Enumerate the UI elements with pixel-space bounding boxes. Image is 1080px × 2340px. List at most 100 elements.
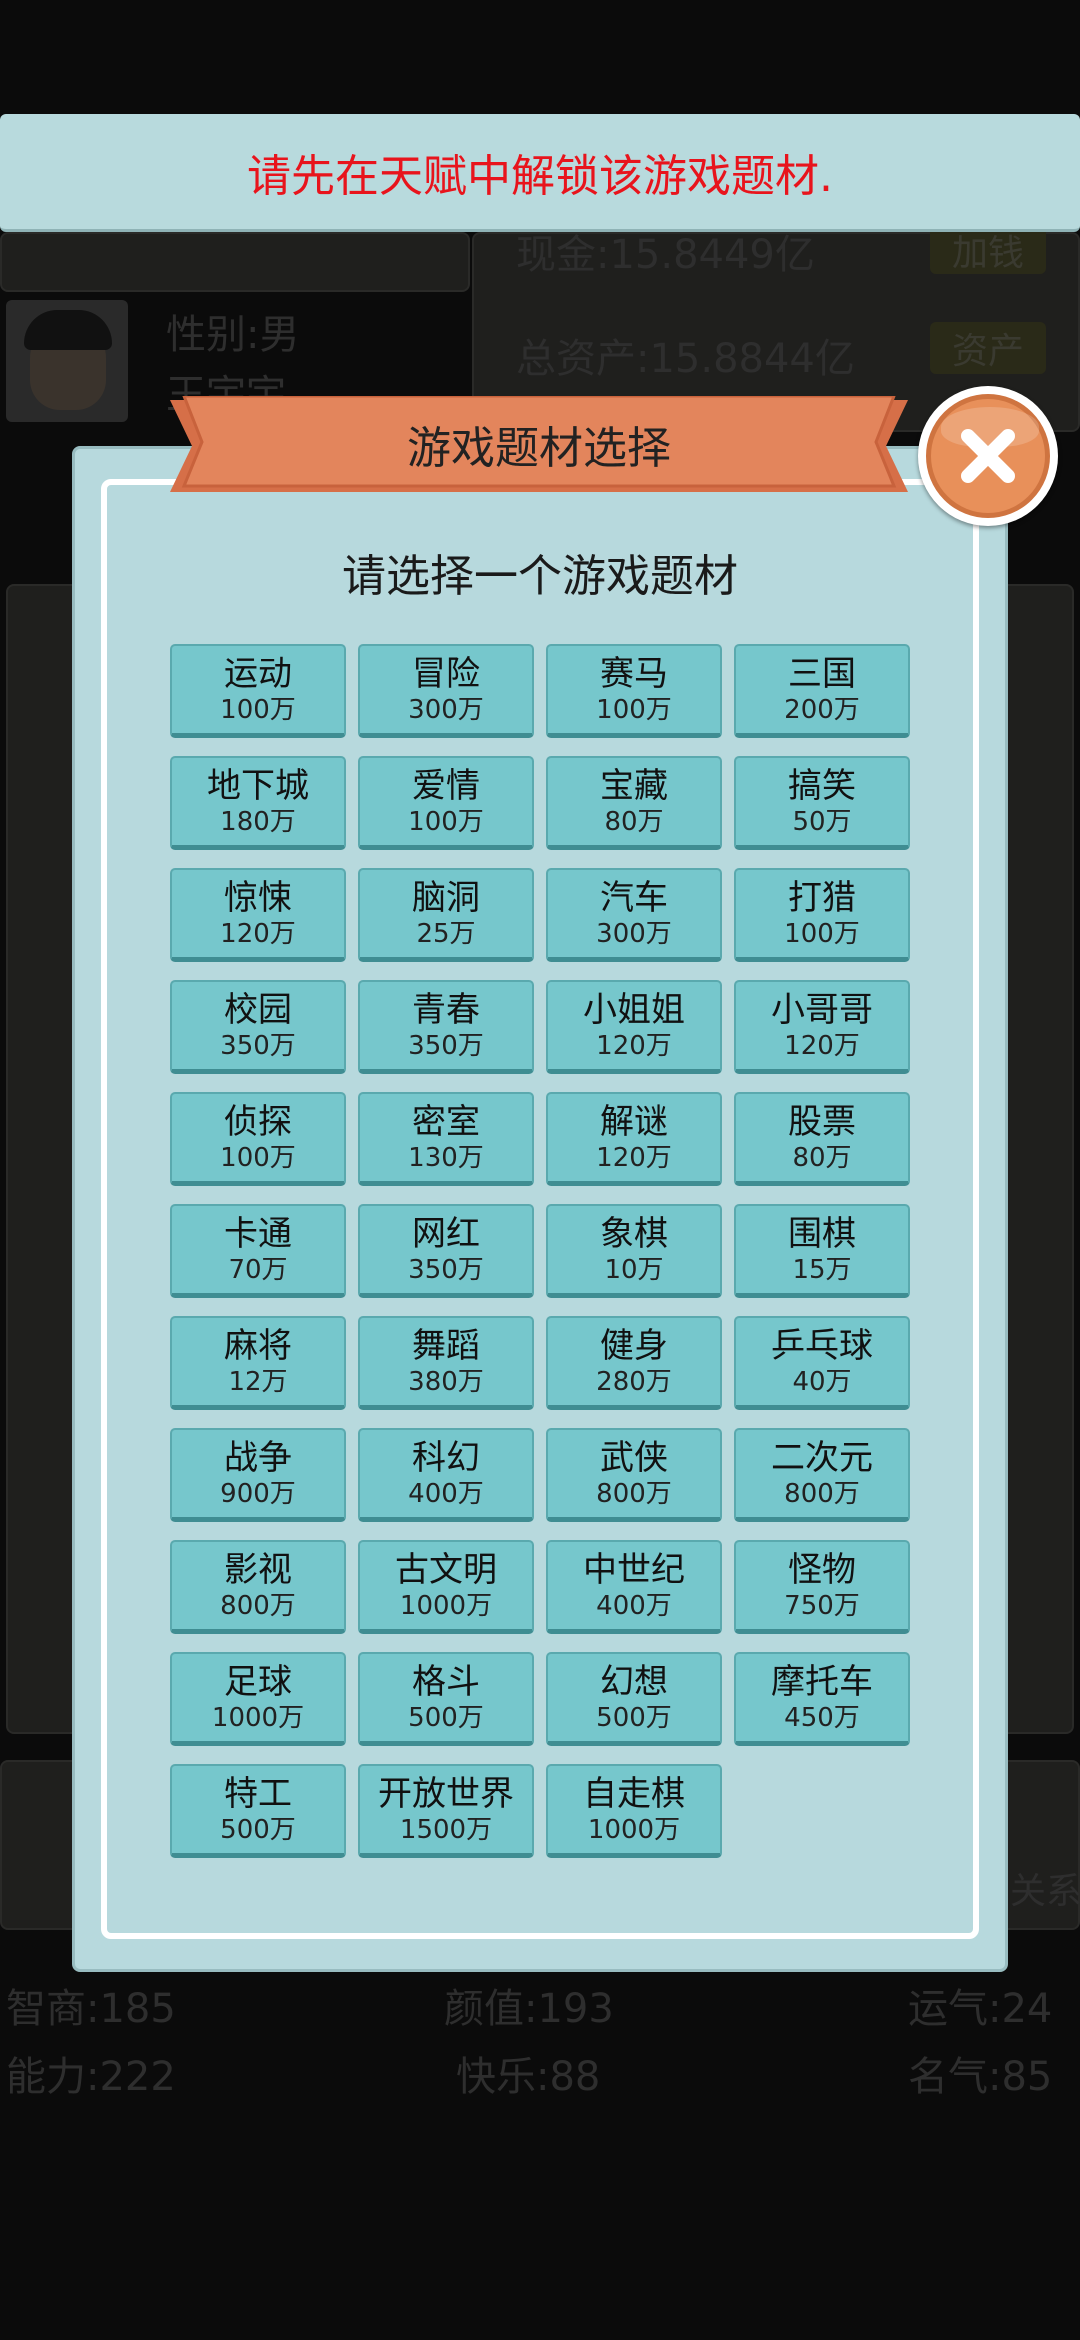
theme-option-name: 地下城	[207, 765, 309, 806]
theme-option-button[interactable]: 运动 100万	[170, 644, 346, 738]
theme-option-button[interactable]: 三国 200万	[734, 644, 910, 738]
theme-option-button[interactable]: 冒险 300万	[358, 644, 534, 738]
theme-option-name: 中世纪	[583, 1549, 685, 1590]
theme-option-name: 健身	[600, 1325, 668, 1366]
theme-option-button[interactable]: 特工 500万	[170, 1764, 346, 1858]
theme-option-name: 二次元	[771, 1437, 873, 1478]
theme-option-button[interactable]: 麻将 12万	[170, 1316, 346, 1410]
toast-message: 请先在天赋中解锁该游戏题材.	[247, 150, 833, 202]
theme-option-name: 冒险	[412, 653, 480, 694]
stat-ability: 能力:222	[6, 2054, 176, 2100]
theme-option-button[interactable]: 侦探 100万	[170, 1092, 346, 1186]
theme-option-button[interactable]: 赛马 100万	[546, 644, 722, 738]
theme-option-name: 打猎	[788, 877, 856, 918]
theme-option-button[interactable]: 打猎 100万	[734, 868, 910, 962]
theme-option-name: 三国	[788, 653, 856, 694]
theme-option-cost: 50万	[792, 806, 852, 837]
theme-option-cost: 800万	[784, 1478, 860, 1509]
theme-option-button[interactable]: 围棋 15万	[734, 1204, 910, 1298]
theme-option-button[interactable]: 宝藏 80万	[546, 756, 722, 850]
theme-option-button[interactable]: 搞笑 50万	[734, 756, 910, 850]
theme-option-button[interactable]: 科幻 400万	[358, 1428, 534, 1522]
theme-option-cost: 1500万	[399, 1814, 493, 1845]
theme-option-cost: 280万	[596, 1366, 672, 1397]
theme-option-cost: 450万	[784, 1702, 860, 1733]
theme-option-name: 象棋	[600, 1213, 668, 1254]
theme-option-button[interactable]: 二次元 800万	[734, 1428, 910, 1522]
theme-option-name: 围棋	[788, 1213, 856, 1254]
theme-option-cost: 200万	[784, 694, 860, 725]
theme-option-cost: 800万	[220, 1590, 296, 1621]
theme-option-name: 舞蹈	[412, 1325, 480, 1366]
theme-option-button[interactable]: 青春 350万	[358, 980, 534, 1074]
theme-option-button[interactable]: 卡通 70万	[170, 1204, 346, 1298]
assets-button: 资产	[930, 322, 1046, 374]
theme-option-cost: 1000万	[211, 1702, 305, 1733]
theme-option-cost: 750万	[784, 1590, 860, 1621]
theme-option-cost: 100万	[220, 694, 296, 725]
theme-option-name: 开放世界	[378, 1773, 514, 1814]
dialog-title: 游戏题材选择	[407, 423, 671, 474]
theme-option-name: 小姐姐	[583, 989, 685, 1030]
theme-option-name: 密室	[412, 1101, 480, 1142]
theme-option-button[interactable]: 足球 1000万	[170, 1652, 346, 1746]
theme-option-cost: 15万	[792, 1254, 852, 1285]
theme-option-button[interactable]: 脑洞 25万	[358, 868, 534, 962]
top-info-panel	[0, 232, 470, 292]
theme-option-cost: 400万	[596, 1590, 672, 1621]
stat-iq: 智商:185	[6, 1986, 176, 2032]
add-cash-button: 加钱	[930, 226, 1046, 274]
theme-option-cost: 900万	[220, 1478, 296, 1509]
theme-option-button[interactable]: 幻想 500万	[546, 1652, 722, 1746]
theme-option-name: 惊悚	[224, 877, 292, 918]
theme-option-button[interactable]: 健身 280万	[546, 1316, 722, 1410]
theme-option-button[interactable]: 开放世界 1500万	[358, 1764, 534, 1858]
theme-option-cost: 500万	[408, 1702, 484, 1733]
theme-option-button[interactable]: 网红 350万	[358, 1204, 534, 1298]
theme-option-name: 脑洞	[412, 877, 480, 918]
theme-option-cost: 350万	[220, 1030, 296, 1061]
theme-option-button[interactable]: 地下城 180万	[170, 756, 346, 850]
avatar	[6, 300, 128, 422]
theme-option-cost: 100万	[220, 1142, 296, 1173]
theme-option-button[interactable]: 战争 900万	[170, 1428, 346, 1522]
theme-option-name: 战争	[224, 1437, 292, 1478]
theme-option-button[interactable]: 小哥哥 120万	[734, 980, 910, 1074]
dialog-subtitle: 请选择一个游戏题材	[342, 551, 738, 602]
theme-option-button[interactable]: 舞蹈 380万	[358, 1316, 534, 1410]
theme-option-button[interactable]: 摩托车 450万	[734, 1652, 910, 1746]
theme-option-button[interactable]: 中世纪 400万	[546, 1540, 722, 1634]
stat-fame: 名气:85	[908, 2054, 1053, 2100]
theme-option-button[interactable]: 象棋 10万	[546, 1204, 722, 1298]
theme-option-cost: 130万	[408, 1142, 484, 1173]
theme-option-button[interactable]: 惊悚 120万	[170, 868, 346, 962]
theme-option-button[interactable]: 股票 80万	[734, 1092, 910, 1186]
theme-option-button[interactable]: 汽车 300万	[546, 868, 722, 962]
theme-option-button[interactable]: 武侠 800万	[546, 1428, 722, 1522]
theme-option-name: 汽车	[600, 877, 668, 918]
theme-option-button[interactable]: 格斗 500万	[358, 1652, 534, 1746]
theme-option-cost: 500万	[596, 1702, 672, 1733]
theme-option-name: 宝藏	[600, 765, 668, 806]
theme-option-button[interactable]: 古文明 1000万	[358, 1540, 534, 1634]
close-button[interactable]	[918, 386, 1058, 526]
theme-option-name: 乒乓球	[771, 1325, 873, 1366]
theme-option-cost: 25万	[416, 918, 476, 949]
theme-option-cost: 12万	[228, 1366, 288, 1397]
gender-text: 性别:男	[166, 312, 300, 358]
theme-option-button[interactable]: 影视 800万	[170, 1540, 346, 1634]
theme-option-button[interactable]: 密室 130万	[358, 1092, 534, 1186]
theme-option-button[interactable]: 乒乓球 40万	[734, 1316, 910, 1410]
theme-option-button[interactable]: 自走棋 1000万	[546, 1764, 722, 1858]
theme-option-button[interactable]: 小姐姐 120万	[546, 980, 722, 1074]
theme-option-button[interactable]: 校园 350万	[170, 980, 346, 1074]
theme-option-name: 爱情	[412, 765, 480, 806]
theme-option-button[interactable]: 怪物 750万	[734, 1540, 910, 1634]
theme-option-button[interactable]: 解谜 120万	[546, 1092, 722, 1186]
theme-option-name: 解谜	[600, 1101, 668, 1142]
theme-option-name: 科幻	[412, 1437, 480, 1478]
unlock-toast: 请先在天赋中解锁该游戏题材.	[0, 114, 1080, 232]
theme-option-button[interactable]: 爱情 100万	[358, 756, 534, 850]
theme-option-name: 网红	[412, 1213, 480, 1254]
theme-option-cost: 10万	[604, 1254, 664, 1285]
